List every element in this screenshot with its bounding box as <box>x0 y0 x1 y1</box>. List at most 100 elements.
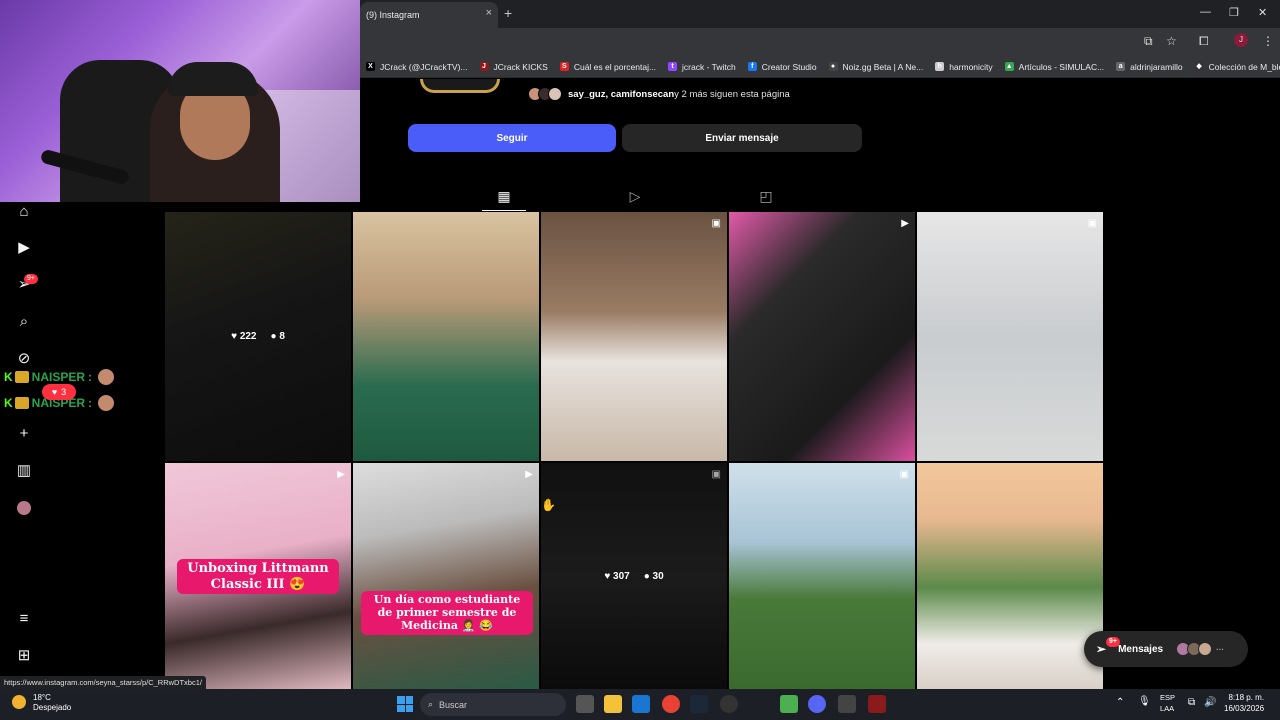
bookmark-label: aldrinjaramillo <box>1130 61 1183 72</box>
profile-icon[interactable] <box>14 498 34 518</box>
comment-icon: ● <box>270 331 277 342</box>
likes-stat: ♥ 307 <box>604 571 629 582</box>
bookmark-item[interactable]: a aldrinjaramillo <box>1110 62 1188 72</box>
profile-avatar-icon[interactable]: J <box>1234 33 1248 47</box>
kick-badge-icon: K <box>4 370 13 384</box>
bookmark-item[interactable]: ◆ Colección de M_blei... <box>1189 62 1280 72</box>
weather-desc: Despejado <box>33 703 72 712</box>
messages-pill[interactable]: ➢ 9+ Mensajes ··· <box>1084 631 1248 667</box>
comments-stat: ● 30 <box>644 571 664 582</box>
apps-icon[interactable]: ⊞ <box>14 646 34 666</box>
new-tab-button[interactable]: + <box>504 5 512 21</box>
post-thumbnail[interactable]: ♥ 222 ● 8 <box>165 212 351 461</box>
bookmark-item[interactable]: S Cuál es el porcentaj... <box>554 62 662 72</box>
volume-icon[interactable]: 🔊 <box>1204 697 1216 708</box>
file-explorer-icon[interactable] <box>604 695 622 713</box>
bookmark-item[interactable]: J JCrack KICKS <box>474 62 554 72</box>
tab-instagram[interactable]: (9) Instagram × <box>360 2 498 28</box>
reel-icon: ▶ <box>525 469 533 480</box>
profile-avatar[interactable] <box>420 79 500 93</box>
reels-icon[interactable]: ▶ <box>14 238 34 258</box>
bookmark-favicon-icon: ◆ <box>1194 62 1204 71</box>
status-bar-url: https://www.instagram.com/seyna_starss/p… <box>0 676 206 689</box>
bookmark-favicon-icon: S <box>559 62 569 71</box>
followed-by-names[interactable]: say_guz, camifonsecan <box>568 89 674 100</box>
taskbar-clock[interactable]: 8:18 p. m. 16/03/2026 <box>1224 692 1264 714</box>
insights-icon[interactable]: ▥ <box>14 461 34 481</box>
app-icon[interactable] <box>868 695 886 713</box>
explore-icon[interactable]: ⊘ <box>14 349 34 369</box>
tab-close-icon[interactable]: × <box>486 7 492 19</box>
discord-icon[interactable] <box>808 695 826 713</box>
bookmark-favicon-icon: h <box>935 62 945 71</box>
extensions-icon[interactable]: ⧠ <box>1199 34 1209 49</box>
bookmark-favicon-icon: t <box>668 62 678 71</box>
tab-reels-icon[interactable]: ▷ <box>627 188 643 204</box>
minimize-icon[interactable]: — <box>1200 6 1211 18</box>
comment-icon: ● <box>643 570 650 582</box>
post-stats-overlay: ♥ 222 ● 8 <box>165 212 351 461</box>
post-thumbnail[interactable]: ▣ ♥ 307 ● 30 <box>541 463 727 689</box>
send-message-button[interactable]: Enviar mensaje <box>622 124 862 152</box>
bookmark-item[interactable]: f Creator Studio <box>742 62 823 72</box>
comments-count: 30 <box>652 570 664 582</box>
likes-count: 222 <box>239 331 257 342</box>
bookmark-label: harmonicity <box>949 61 993 72</box>
language-code: ESP <box>1160 693 1176 702</box>
microphone-icon[interactable]: 🎙 <box>1138 696 1151 707</box>
bookmark-label: jcrack - Twitch <box>682 61 736 72</box>
carousel-icon: ▣ <box>711 218 721 229</box>
outlook-icon[interactable] <box>632 695 650 713</box>
app-icon[interactable] <box>838 695 856 713</box>
chat-emote-icon <box>14 371 29 383</box>
tab-posts-grid-icon[interactable]: ▦ <box>496 188 512 204</box>
bookmark-item[interactable]: ● Noiz.gg Beta | A Ne... <box>823 62 930 72</box>
follow-button[interactable]: Seguir <box>408 124 616 152</box>
post-thumbnail[interactable]: ▶ Un día como estudiante de primer semest… <box>353 463 539 689</box>
post-thumbnail[interactable] <box>353 212 539 461</box>
obs-icon[interactable] <box>720 695 738 713</box>
weather-widget[interactable]: 18°C Despejado <box>33 693 71 713</box>
bookmark-favicon-icon: a <box>1116 62 1126 71</box>
post-thumbnail[interactable]: ▶ <box>729 212 915 461</box>
chat-emote-face-icon <box>98 369 115 385</box>
maximize-icon[interactable]: ❐ <box>1229 6 1239 19</box>
bookmark-item[interactable]: ▲ Artículos - SIMULAC... <box>999 62 1111 72</box>
heart-icon: ♥ <box>231 331 238 342</box>
heart-notification: ♥ 3 <box>42 384 76 400</box>
bookmark-item[interactable]: X JCrack (@JCrackTV)... <box>360 62 474 72</box>
task-view-icon[interactable] <box>576 695 594 713</box>
post-thumbnail[interactable]: ▣ <box>541 212 727 461</box>
post-thumbnail[interactable]: ▣ <box>917 212 1103 461</box>
carousel-icon: ▣ <box>1087 218 1097 229</box>
followed-by: say_guz, camifonsecan y 2 más siguen est… <box>528 84 790 104</box>
bookmark-star-icon[interactable]: ☆ <box>1166 34 1177 48</box>
chat-emote-icon <box>14 397 29 409</box>
webcam-overlay <box>0 0 360 202</box>
menu-icon[interactable]: ≡ <box>14 609 34 629</box>
close-window-icon[interactable]: ✕ <box>1258 6 1267 19</box>
bookmark-item[interactable]: h harmonicity <box>929 62 998 72</box>
create-icon[interactable]: + <box>14 424 34 444</box>
network-icon[interactable]: ⧉ <box>1188 697 1195 708</box>
post-thumbnail[interactable]: ▶ Unboxing Littmann Classic III 😍 <box>165 463 351 689</box>
home-icon[interactable]: ⌂ <box>14 202 34 222</box>
chrome-icon[interactable] <box>662 695 680 713</box>
search-icon[interactable]: ⌕ <box>14 312 34 332</box>
minecraft-icon[interactable] <box>780 695 798 713</box>
tray-chevron-icon[interactable]: ⌃ <box>1116 697 1124 708</box>
likes-count: 307 <box>613 570 630 582</box>
post-stats-overlay: ♥ 307 ● 30 <box>541 463 727 689</box>
bookmark-item[interactable]: t jcrack - Twitch <box>662 62 742 72</box>
browser-menu-icon[interactable]: ⋮ <box>1262 34 1274 48</box>
taskbar-search[interactable]: ⌕ Buscar <box>420 693 566 716</box>
tab-title: (9) Instagram <box>366 10 420 20</box>
post-thumbnail[interactable]: ▣ <box>729 463 915 689</box>
steam-icon[interactable] <box>690 695 708 713</box>
start-menu-icon[interactable] <box>397 696 413 712</box>
cast-icon[interactable]: ⧉ <box>1144 34 1153 49</box>
bookmark-favicon-icon: f <box>747 62 757 71</box>
tab-tagged-icon[interactable]: ◰ <box>758 188 774 204</box>
post-thumbnail[interactable] <box>917 463 1103 689</box>
language-indicator[interactable]: ESP LAA <box>1160 692 1175 714</box>
